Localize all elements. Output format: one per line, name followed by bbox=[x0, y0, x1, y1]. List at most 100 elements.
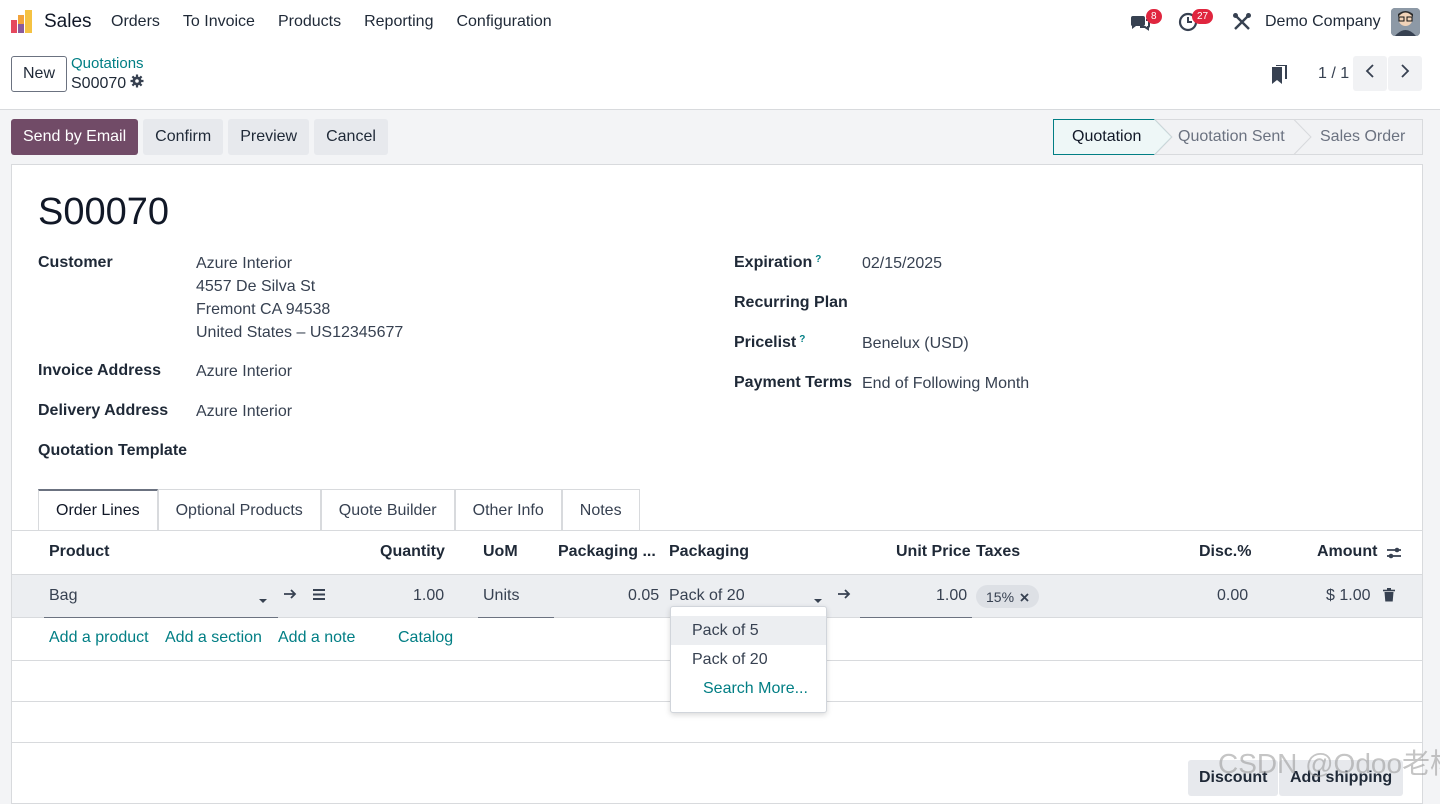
pager-previous-button[interactable] bbox=[1353, 56, 1387, 91]
invoice-address-label: Invoice Address bbox=[38, 362, 162, 379]
internal-link-arrow-icon[interactable] bbox=[283, 587, 297, 606]
unit-price-underline bbox=[860, 617, 972, 618]
breadcrumb-current: S00070 bbox=[71, 74, 127, 92]
tax-tag-label: 15% bbox=[986, 588, 1015, 605]
send-by-email-button[interactable]: Send by Email bbox=[11, 119, 139, 155]
chevron-right-icon bbox=[1400, 64, 1410, 83]
help-tooltip-icon[interactable]: ? bbox=[799, 334, 805, 345]
customer-name: Azure Interior bbox=[196, 255, 293, 272]
quotation-template-label: Quotation Template bbox=[38, 442, 188, 459]
app-name[interactable]: Sales bbox=[44, 11, 92, 33]
breadcrumb-quotations[interactable]: Quotations bbox=[71, 55, 144, 72]
line-packaging-qty[interactable]: 0.05 bbox=[628, 587, 659, 605]
stage-sales-order[interactable]: Sales Order bbox=[1320, 119, 1405, 155]
tab-notes[interactable]: Notes bbox=[561, 489, 640, 531]
recurring-plan-label: Recurring Plan bbox=[734, 294, 848, 311]
invoice-address-field[interactable]: Azure Interior bbox=[196, 360, 292, 383]
col-packaging-qty[interactable]: Packaging ... bbox=[558, 543, 656, 561]
pricelist-label: Pricelist? bbox=[734, 334, 806, 351]
line-uom[interactable]: Units bbox=[483, 587, 519, 605]
product-configure-list-icon[interactable] bbox=[312, 588, 326, 606]
payment-terms-label: Payment Terms bbox=[734, 374, 852, 391]
confirm-button[interactable]: Confirm bbox=[143, 119, 224, 155]
debug-tools-icon[interactable] bbox=[1231, 11, 1253, 33]
customer-field[interactable]: Azure Interior 4557 De Silva St Fremont … bbox=[196, 252, 403, 344]
stage-quotation[interactable]: Quotation bbox=[1072, 119, 1141, 155]
add-section-link[interactable]: Add a section bbox=[165, 629, 262, 647]
tab-other-info[interactable]: Other Info bbox=[454, 489, 562, 531]
col-unit-price[interactable]: Unit Price bbox=[896, 543, 971, 561]
uom-underline bbox=[478, 617, 554, 618]
add-note-link[interactable]: Add a note bbox=[278, 629, 355, 647]
line-discount[interactable]: 0.00 bbox=[1217, 587, 1248, 605]
main-menu: Orders To Invoice Products Reporting Con… bbox=[111, 13, 575, 31]
packaging-dropdown-menu: Pack of 5 Pack of 20 Search More... bbox=[670, 606, 827, 713]
line-unit-price[interactable]: 1.00 bbox=[936, 587, 967, 605]
sales-app-icon[interactable] bbox=[10, 10, 34, 34]
customer-label: Customer bbox=[38, 254, 113, 271]
chevron-left-icon bbox=[1365, 64, 1375, 83]
col-amount[interactable]: Amount bbox=[1317, 543, 1377, 561]
page-title: S00070 bbox=[38, 191, 170, 233]
tab-divider bbox=[12, 530, 1422, 531]
col-disc[interactable]: Disc.% bbox=[1199, 543, 1251, 561]
user-avatar[interactable] bbox=[1391, 8, 1420, 36]
trash-icon[interactable] bbox=[1383, 588, 1395, 607]
expiration-label: Expiration? bbox=[734, 254, 822, 271]
close-icon[interactable] bbox=[1020, 589, 1029, 605]
form-action-buttons: Send by Email Confirm Preview Cancel bbox=[11, 119, 393, 155]
activities-badge: 27 bbox=[1192, 9, 1214, 24]
line-product[interactable]: Bag bbox=[49, 587, 77, 605]
internal-link-arrow-icon[interactable] bbox=[837, 587, 851, 606]
documents-icon[interactable] bbox=[1271, 64, 1287, 90]
tab-quote-builder[interactable]: Quote Builder bbox=[320, 489, 455, 531]
customer-street: 4557 De Silva St bbox=[196, 278, 316, 295]
stage-quotation-sent[interactable]: Quotation Sent bbox=[1178, 119, 1285, 155]
watermark: CSDN @Odoo老杨 bbox=[1218, 748, 1440, 779]
menu-products[interactable]: Products bbox=[278, 13, 341, 31]
delivery-address-field[interactable]: Azure Interior bbox=[196, 400, 292, 423]
col-packaging[interactable]: Packaging bbox=[669, 543, 749, 561]
search-more-link[interactable]: Search More... bbox=[671, 674, 826, 703]
caret-down-icon[interactable] bbox=[258, 592, 268, 610]
gear-icon[interactable] bbox=[130, 74, 144, 93]
pager-next-button[interactable] bbox=[1388, 56, 1422, 91]
help-tooltip-icon[interactable]: ? bbox=[815, 254, 821, 265]
line-quantity[interactable]: 1.00 bbox=[413, 587, 444, 605]
status-bar: Quotation Quotation Sent Sales Order bbox=[1053, 119, 1423, 155]
dropdown-option-pack-of-20[interactable]: Pack of 20 bbox=[671, 645, 826, 674]
line-amount: $ 1.00 bbox=[1326, 587, 1371, 604]
menu-reporting[interactable]: Reporting bbox=[364, 13, 433, 31]
tab-optional-products[interactable]: Optional Products bbox=[157, 489, 321, 531]
customer-country-vat: United States – US12345677 bbox=[196, 324, 404, 341]
breadcrumb: S00070 bbox=[71, 74, 144, 93]
col-product[interactable]: Product bbox=[49, 543, 109, 561]
expiration-field[interactable]: 02/15/2025 bbox=[862, 252, 942, 275]
product-underline bbox=[44, 617, 278, 618]
menu-to-invoice[interactable]: To Invoice bbox=[183, 13, 255, 31]
row-divider bbox=[12, 742, 1422, 743]
messages-badge: 8 bbox=[1146, 9, 1162, 24]
catalog-link[interactable]: Catalog bbox=[398, 629, 453, 647]
notebook-tabs: Order Lines Optional Products Quote Buil… bbox=[38, 489, 640, 531]
top-navbar: Sales Orders To Invoice Products Reporti… bbox=[0, 0, 1440, 44]
optional-columns-icon[interactable] bbox=[1386, 545, 1402, 566]
payment-terms-field[interactable]: End of Following Month bbox=[862, 372, 1029, 395]
tab-order-lines[interactable]: Order Lines bbox=[38, 489, 158, 531]
add-product-link[interactable]: Add a product bbox=[49, 629, 149, 647]
preview-button[interactable]: Preview bbox=[228, 119, 310, 155]
line-packaging[interactable]: Pack of 20 bbox=[669, 587, 745, 605]
col-uom[interactable]: UoM bbox=[483, 543, 518, 561]
col-quantity[interactable]: Quantity bbox=[380, 543, 445, 561]
pager-value[interactable]: 1 / 1 bbox=[1318, 65, 1349, 83]
menu-configuration[interactable]: Configuration bbox=[456, 13, 551, 31]
cancel-button[interactable]: Cancel bbox=[314, 119, 388, 155]
tax-tag: 15% bbox=[976, 585, 1040, 608]
company-switcher[interactable]: Demo Company bbox=[1265, 13, 1381, 31]
dropdown-option-pack-of-5[interactable]: Pack of 5 bbox=[671, 616, 826, 645]
menu-orders[interactable]: Orders bbox=[111, 13, 160, 31]
customer-city: Fremont CA 94538 bbox=[196, 301, 331, 318]
col-taxes[interactable]: Taxes bbox=[976, 543, 1020, 561]
new-button[interactable]: New bbox=[11, 56, 67, 92]
pricelist-field[interactable]: Benelux (USD) bbox=[862, 332, 969, 355]
